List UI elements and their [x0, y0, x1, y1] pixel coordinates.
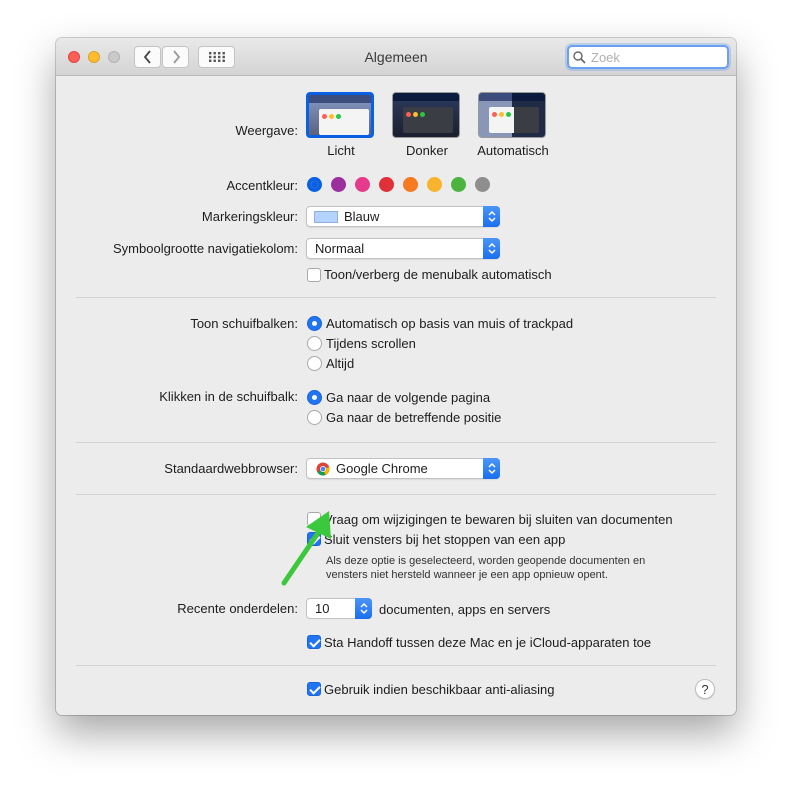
menubar-autohide-label: Toon/verberg de menubalk automatisch: [324, 267, 552, 282]
appearance-option-light[interactable]: Licht: [306, 92, 376, 158]
click-spot-radio[interactable]: [307, 410, 322, 425]
accent-color-swatch[interactable]: [475, 177, 490, 192]
updown-chevron-icon: [487, 242, 496, 255]
accent-color-swatch[interactable]: [427, 177, 442, 192]
highlight-color-label: Markeringskleur:: [201, 209, 298, 224]
close-windows-note-line1: Als deze optie is geselecteerd, worden g…: [326, 555, 646, 567]
accent-color-swatch[interactable]: [451, 177, 466, 192]
help-button[interactable]: ?: [695, 679, 715, 699]
accent-color-label: Accentkleur:: [226, 178, 298, 193]
separator: [76, 494, 716, 495]
popup-stepper: [483, 238, 500, 259]
appearance-option-dark[interactable]: Donker: [392, 92, 462, 158]
click-next-page-label: Ga naar de volgende pagina: [326, 390, 491, 405]
separator: [76, 297, 716, 298]
search-field[interactable]: [567, 45, 729, 69]
default-browser-label: Standaardwebbrowser:: [164, 461, 298, 476]
updown-chevron-icon: [359, 602, 368, 615]
recent-items-popup[interactable]: 10: [306, 598, 372, 619]
recent-items-suffix: documenten, apps en servers: [379, 602, 551, 617]
highlight-swatch: [314, 211, 338, 223]
chrome-icon: [316, 462, 330, 476]
annotation-arrow-icon: [281, 511, 331, 586]
click-next-page-radio[interactable]: [307, 390, 322, 405]
updown-chevron-icon: [487, 462, 496, 475]
recent-items-value: 10: [315, 601, 330, 616]
search-icon: [573, 51, 586, 64]
highlight-color-popup[interactable]: Blauw: [306, 206, 500, 227]
appearance-light-label: Licht: [327, 143, 355, 158]
ask-save-label: Vraag om wijzigingen te bewaren bij slui…: [324, 512, 673, 527]
popup-stepper: [483, 206, 500, 227]
default-browser-popup[interactable]: Google Chrome: [306, 458, 500, 479]
accent-color-swatch[interactable]: [331, 177, 346, 192]
menubar-autohide-checkbox[interactable]: [307, 268, 321, 282]
scrollbars-label: Toon schuifbalken:: [190, 316, 298, 331]
sidebar-icon-size-label: Symboolgrootte navigatiekolom:: [113, 241, 298, 256]
search-input[interactable]: [589, 48, 719, 66]
click-scrollbar-label: Klikken in de schuifbalk:: [159, 389, 298, 404]
auto-thumbnail: [478, 92, 546, 138]
appearance-dark-label: Donker: [406, 143, 448, 158]
updown-chevron-icon: [487, 210, 496, 223]
handoff-label: Sta Handoff tussen deze Mac en je iCloud…: [324, 635, 652, 650]
scrollbars-when-scrolling-label: Tijdens scrollen: [326, 336, 416, 351]
handoff-checkbox[interactable]: [307, 635, 321, 649]
click-spot-label: Ga naar de betreffende positie: [326, 410, 502, 425]
light-thumbnail: [306, 92, 374, 138]
antialiasing-label: Gebruik indien beschikbaar anti-aliasing: [324, 682, 555, 697]
sidebar-icon-size-value: Normaal: [315, 241, 365, 256]
popup-stepper: [355, 598, 372, 619]
dark-thumbnail: [392, 92, 460, 138]
default-browser-value: Google Chrome: [336, 461, 428, 476]
scrollbars-automatic-label: Automatisch op basis van muis of trackpa…: [326, 316, 574, 331]
antialiasing-checkbox[interactable]: [307, 682, 321, 696]
accent-color-swatch[interactable]: [379, 177, 394, 192]
separator: [76, 442, 716, 443]
appearance-label: Weergave:: [235, 123, 298, 138]
accent-color-swatch[interactable]: [355, 177, 370, 192]
scrollbars-always-label: Altijd: [326, 356, 355, 371]
close-windows-note-line2: vensters niet hersteld wanneer je een ap…: [326, 569, 608, 581]
recent-items-label: Recente onderdelen:: [177, 601, 298, 616]
appearance-option-auto[interactable]: Automatisch: [477, 92, 549, 158]
close-windows-label: Sluit vensters bij het stoppen van een a…: [324, 532, 566, 547]
separator: [76, 665, 716, 666]
appearance-auto-label: Automatisch: [477, 143, 549, 158]
preferences-window: Algemeen Weergave: Licht Donker: [56, 38, 736, 715]
scrollbars-automatic-radio[interactable]: [307, 316, 322, 331]
sidebar-icon-size-popup[interactable]: Normaal: [306, 238, 500, 259]
titlebar: Algemeen: [56, 38, 736, 76]
popup-stepper: [483, 458, 500, 479]
scrollbars-when-scrolling-radio[interactable]: [307, 336, 322, 351]
scrollbars-always-radio[interactable]: [307, 356, 322, 371]
accent-color-swatch[interactable]: [307, 177, 322, 192]
highlight-color-value: Blauw: [344, 209, 380, 224]
accent-color-swatch[interactable]: [403, 177, 418, 192]
